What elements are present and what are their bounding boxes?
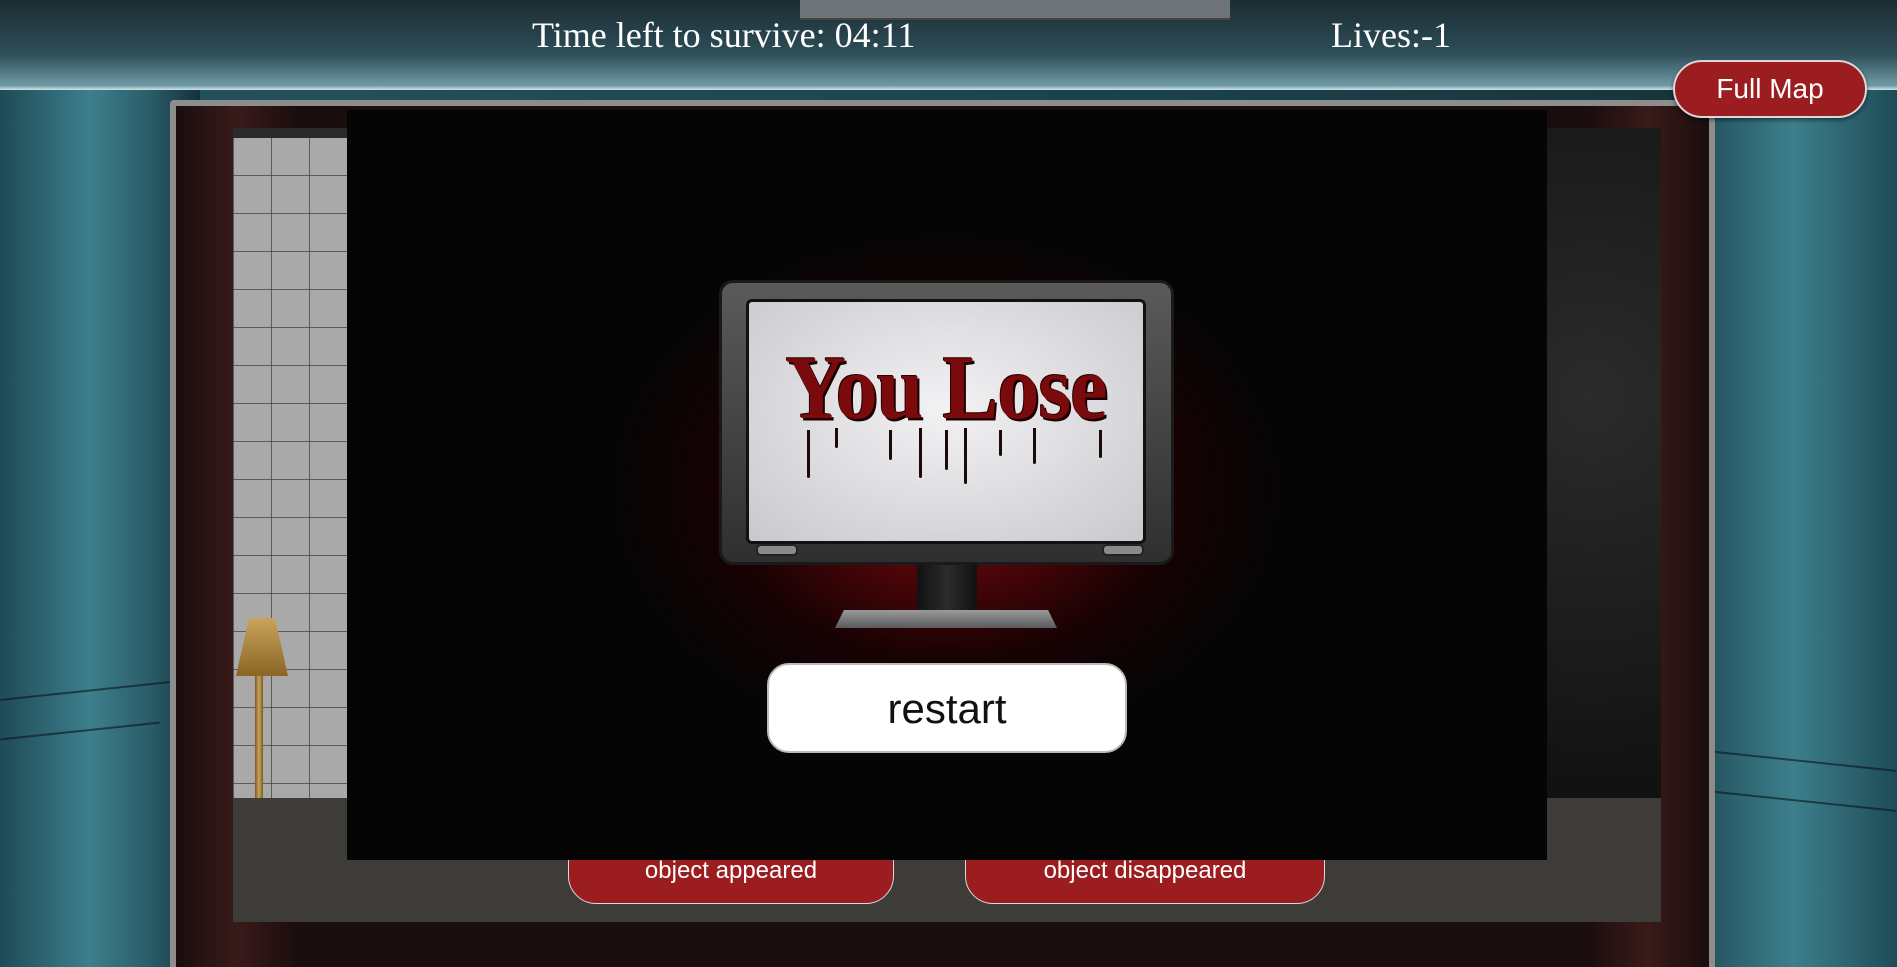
monitor-base <box>835 610 1057 628</box>
dark-wall-panel <box>1546 128 1661 798</box>
ceiling <box>0 0 1897 90</box>
tiled-wall <box>233 138 348 798</box>
monitor-screen: You Lose <box>746 299 1146 544</box>
lamp-pole <box>255 676 263 800</box>
monitor-led-left <box>756 544 798 556</box>
monitor-led-right <box>1102 544 1144 556</box>
monitor-stand <box>917 565 977 613</box>
restart-button[interactable]: restart <box>767 663 1127 753</box>
game-stage: object appeared object disappeared Time … <box>0 0 1897 967</box>
lives-display: Lives:-1 <box>1331 15 1451 55</box>
lose-title: You Lose <box>785 338 1107 439</box>
timer-display: Time left to survive: 04:11 <box>532 15 916 55</box>
lose-overlay: You Lose restart <box>347 110 1547 860</box>
monitor-icon: You Lose <box>719 280 1174 565</box>
full-map-button[interactable]: Full Map <box>1673 60 1867 118</box>
